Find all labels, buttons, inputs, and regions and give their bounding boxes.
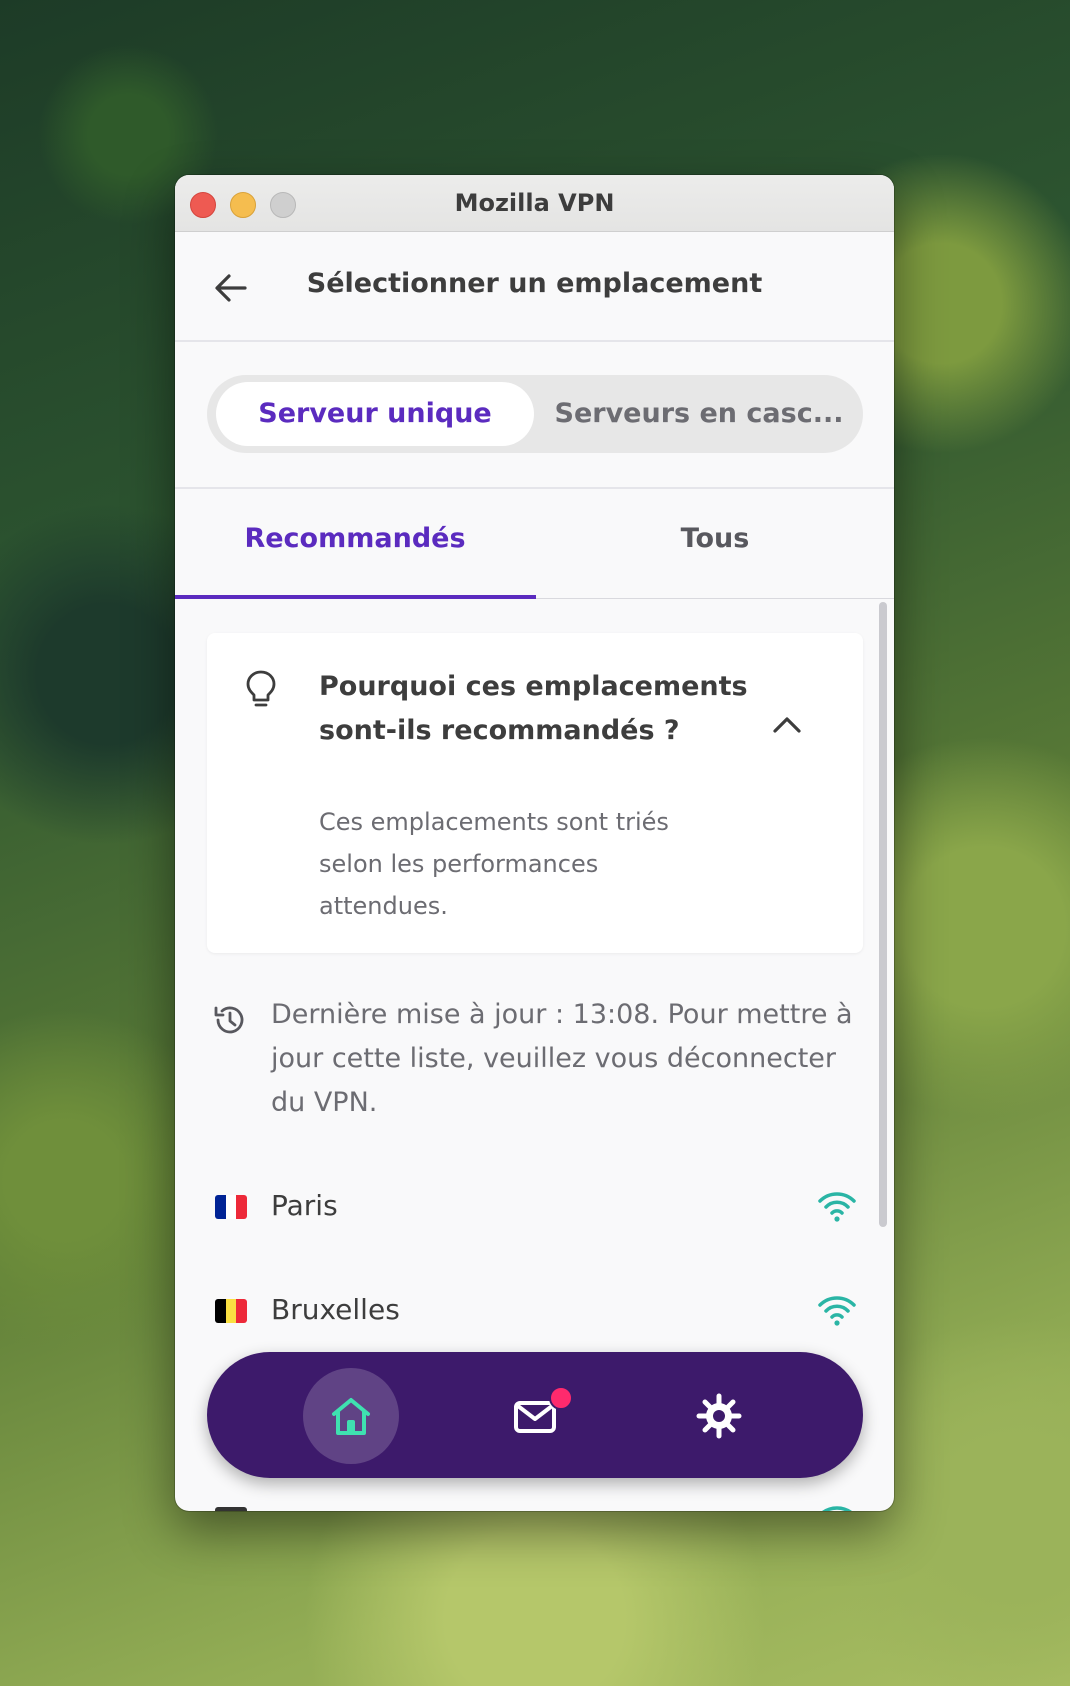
scrollbar[interactable] bbox=[879, 602, 887, 1227]
server-row-bruxelles[interactable]: Bruxelles bbox=[175, 1279, 894, 1349]
divider bbox=[175, 487, 894, 489]
recommendation-info-card: Pourquoi ces emplacements sont-ils recom… bbox=[207, 633, 863, 953]
info-card-description: Ces emplacements sont triés selon les pe… bbox=[319, 808, 669, 920]
chevron-up-icon[interactable] bbox=[771, 711, 803, 739]
active-tab-indicator bbox=[175, 595, 536, 599]
multi-hop-option[interactable]: Serveurs en casc... bbox=[541, 382, 857, 446]
info-card-title: Pourquoi ces emplacements sont-ils recom… bbox=[319, 671, 748, 746]
nav-settings-button[interactable] bbox=[671, 1368, 767, 1464]
flag-icon bbox=[215, 1507, 247, 1511]
history-icon bbox=[214, 1006, 244, 1034]
nav-home-button[interactable] bbox=[303, 1368, 399, 1464]
gear-icon bbox=[696, 1393, 742, 1439]
notification-badge bbox=[549, 1386, 573, 1410]
lightbulb-icon bbox=[246, 670, 276, 707]
window-title: Mozilla VPN bbox=[454, 189, 615, 217]
home-icon bbox=[332, 1398, 370, 1435]
signal-strength-icon bbox=[818, 1192, 856, 1222]
server-name: Paris bbox=[271, 1189, 338, 1222]
page-title: Sélectionner un emplacement bbox=[306, 268, 763, 299]
server-row-partial[interactable] bbox=[175, 1495, 894, 1511]
nav-messages-button[interactable] bbox=[487, 1368, 583, 1464]
tab-all[interactable]: Tous bbox=[535, 523, 894, 554]
bottom-navigation-bar bbox=[207, 1352, 863, 1478]
belgium-flag-icon bbox=[215, 1299, 247, 1323]
single-server-option[interactable]: Serveur unique bbox=[216, 382, 534, 446]
server-name: Bruxelles bbox=[271, 1293, 400, 1326]
vpn-window: Mozilla VPN Sélectionner un emplacement … bbox=[175, 175, 894, 1511]
server-row-paris[interactable]: Paris bbox=[175, 1175, 894, 1245]
page-header: Sélectionner un emplacement bbox=[175, 232, 894, 342]
signal-strength-icon bbox=[822, 1506, 852, 1511]
signal-strength-icon bbox=[818, 1296, 856, 1326]
server-mode-segmented-control: Serveur unique Serveurs en casc... bbox=[207, 375, 863, 453]
tab-recommended[interactable]: Recommandés bbox=[175, 523, 535, 554]
last-update-notice: Dernière mise à jour : 13:08. Pour mettr… bbox=[271, 999, 853, 1118]
france-flag-icon bbox=[215, 1195, 247, 1219]
title-bar: Mozilla VPN bbox=[175, 175, 894, 232]
